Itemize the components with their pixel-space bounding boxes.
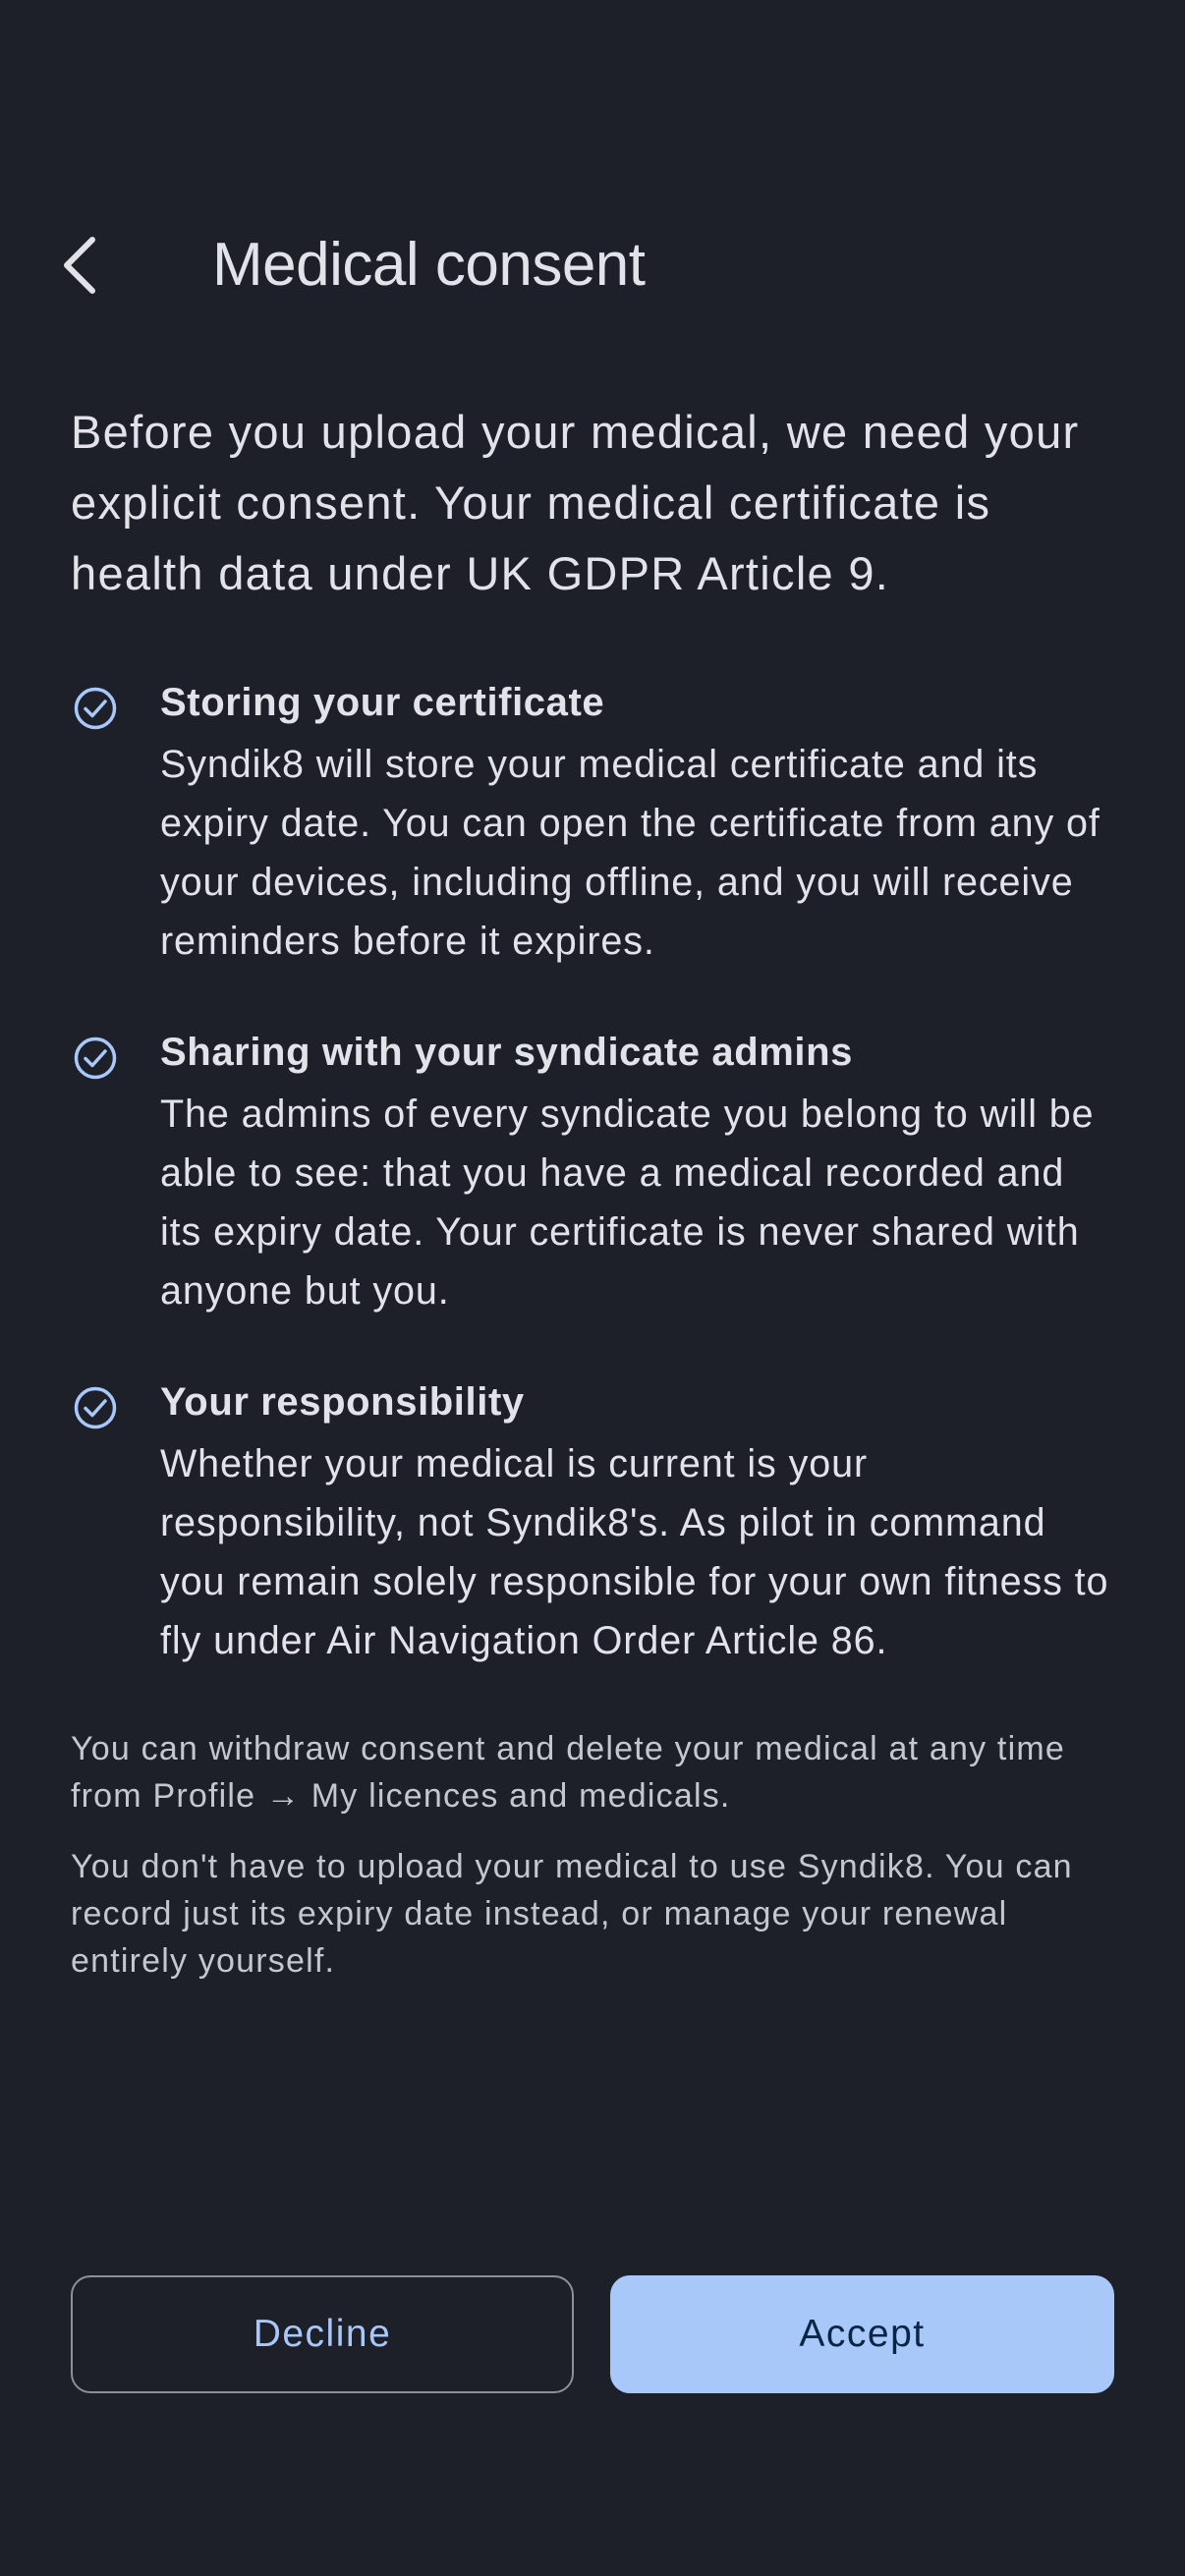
point-body: The admins of every syndicate you belong… [160,1092,1095,1313]
consent-content: Before you upload your medical, we need … [71,397,1116,2008]
consent-point-storing: Storing your certificate Syndik8 will st… [71,676,1116,971]
top-app-bar: Medical consent [0,206,1185,324]
consent-point-sharing: Sharing with your syndicate admins The a… [71,1026,1116,1320]
optional-upload-note: You don't have to upload your medical to… [71,1848,1073,1980]
action-buttons: Decline Accept [71,2275,1114,2393]
decline-button[interactable]: Decline [71,2275,574,2393]
check-circle-icon [74,1036,117,1080]
chevron-left-icon [64,237,95,294]
page-title: Medical consent [212,231,646,299]
check-circle-icon [74,1386,117,1429]
point-title: Storing your certificate [160,681,605,724]
consent-notes: You can withdraw consent and delete your… [71,1725,1116,1985]
withdraw-note: You can withdraw consent and delete your… [71,1730,1065,1815]
point-title: Sharing with your syndicate admins [160,1031,853,1074]
consent-point-responsibility: Your responsibility Whether your medical… [71,1375,1116,1670]
intro-text: Before you upload your medical, we need … [71,406,1080,599]
back-button[interactable] [39,224,122,307]
accept-button[interactable]: Accept [610,2275,1114,2393]
point-title: Your responsibility [160,1380,525,1424]
check-circle-icon [74,687,117,730]
consent-points: Storing your certificate Syndik8 will st… [71,676,1116,1670]
point-body: Whether your medical is current is your … [160,1442,1109,1662]
point-body: Syndik8 will store your medical certific… [160,743,1100,963]
